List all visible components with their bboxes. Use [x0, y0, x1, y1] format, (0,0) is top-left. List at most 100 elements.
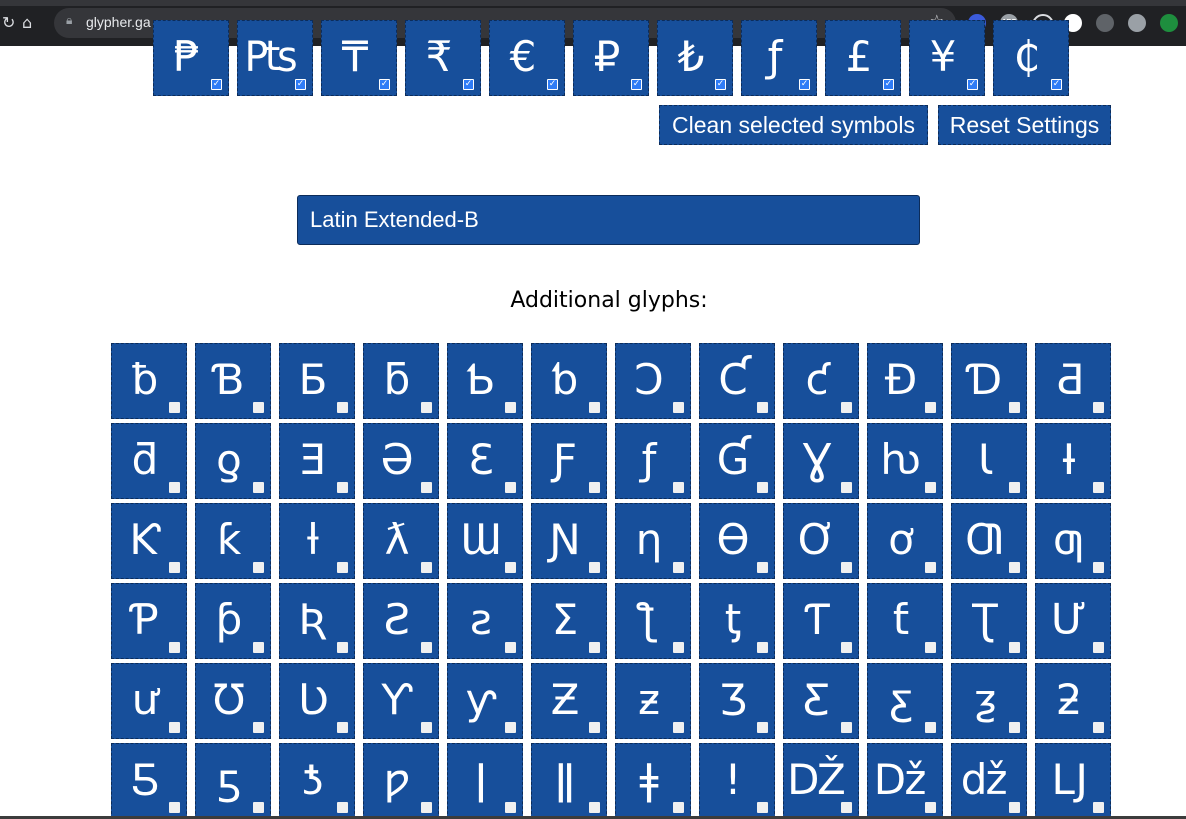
glyph-tile[interactable]: Ɵ — [699, 503, 775, 579]
glyph-checkbox[interactable] — [505, 562, 516, 573]
currency-glyph-tile[interactable]: ₵ ✓ — [993, 20, 1069, 96]
glyph-checkbox[interactable] — [337, 562, 348, 573]
glyph-tile[interactable]: Ʋ — [279, 663, 355, 739]
glyph-checkbox[interactable] — [337, 722, 348, 733]
glyph-checkbox[interactable] — [337, 482, 348, 493]
glyph-tile[interactable]: ƺ — [951, 663, 1027, 739]
glyph-checkbox[interactable] — [169, 802, 180, 813]
glyph-tile[interactable]: Ʈ — [951, 583, 1027, 659]
glyph-checkbox-checked[interactable]: ✓ — [715, 79, 726, 90]
glyph-checkbox[interactable] — [757, 402, 768, 413]
glyph-tile[interactable]: Ƴ — [363, 663, 439, 739]
glyph-tile[interactable]: ǆ — [951, 743, 1027, 819]
glyph-tile[interactable]: ƒ — [615, 423, 691, 499]
glyph-tile[interactable]: ǀ — [447, 743, 523, 819]
glyph-tile[interactable]: Ɓ — [195, 343, 271, 419]
glyph-checkbox[interactable] — [673, 402, 684, 413]
glyph-checkbox[interactable] — [253, 802, 264, 813]
glyph-tile[interactable]: Ƨ — [363, 583, 439, 659]
glyph-tile[interactable]: ƭ — [867, 583, 943, 659]
glyph-tile[interactable]: Ʊ — [195, 663, 271, 739]
glyph-tile[interactable]: ƣ — [1035, 503, 1111, 579]
glyph-checkbox-checked[interactable]: ✓ — [883, 79, 894, 90]
glyph-checkbox[interactable] — [841, 802, 852, 813]
glyph-tile[interactable]: ƶ — [615, 663, 691, 739]
glyph-tile[interactable]: Ǆ — [783, 743, 859, 819]
glyph-checkbox[interactable] — [673, 482, 684, 493]
glyph-checkbox[interactable] — [841, 402, 852, 413]
glyph-checkbox[interactable] — [673, 722, 684, 733]
glyph-checkbox[interactable] — [841, 722, 852, 733]
glyph-tile[interactable]: ƍ — [195, 423, 271, 499]
currency-glyph-tile[interactable]: ₱ ✓ — [153, 20, 229, 96]
reload-icon[interactable]: ↻ — [2, 12, 15, 34]
glyph-tile[interactable]: ǁ — [531, 743, 607, 819]
glyph-checkbox[interactable] — [925, 802, 936, 813]
glyph-tile[interactable]: ƃ — [363, 343, 439, 419]
glyph-tile[interactable]: Ɩ — [951, 423, 1027, 499]
glyph-checkbox-checked[interactable]: ✓ — [379, 79, 390, 90]
glyph-checkbox[interactable] — [1009, 482, 1020, 493]
glyph-tile[interactable]: Ƶ — [531, 663, 607, 739]
glyph-checkbox[interactable] — [841, 562, 852, 573]
glyph-tile[interactable]: Ƌ — [1035, 343, 1111, 419]
currency-glyph-tile[interactable]: ₸ ✓ — [321, 20, 397, 96]
glyph-checkbox[interactable] — [253, 642, 264, 653]
glyph-tile[interactable]: Ʒ — [699, 663, 775, 739]
glyph-tile[interactable]: ƌ — [111, 423, 187, 499]
glyph-checkbox[interactable] — [1009, 802, 1020, 813]
glyph-tile[interactable]: Ɗ — [951, 343, 1027, 419]
glyph-checkbox[interactable] — [253, 562, 264, 573]
glyph-checkbox[interactable] — [841, 642, 852, 653]
bug-extension-icon[interactable] — [1160, 14, 1178, 32]
unicode-block-select[interactable]: Latin Extended-B — [297, 195, 920, 245]
glyph-checkbox[interactable] — [505, 402, 516, 413]
glyph-checkbox[interactable] — [169, 562, 180, 573]
glyph-checkbox[interactable] — [1009, 562, 1020, 573]
glyph-tile[interactable]: ƥ — [195, 583, 271, 659]
glyph-checkbox[interactable] — [757, 642, 768, 653]
glyph-tile[interactable]: Ǝ — [279, 423, 355, 499]
glyph-checkbox-checked[interactable]: ✓ — [547, 79, 558, 90]
glyph-checkbox-checked[interactable]: ✓ — [211, 79, 222, 90]
glyph-tile[interactable]: Ƈ — [699, 343, 775, 419]
glyph-checkbox[interactable] — [1093, 722, 1104, 733]
glyph-checkbox[interactable] — [253, 722, 264, 733]
glyph-checkbox[interactable] — [337, 402, 348, 413]
glyph-checkbox[interactable] — [421, 562, 432, 573]
glyph-tile[interactable]: ǅ — [867, 743, 943, 819]
glyph-checkbox[interactable] — [589, 402, 600, 413]
glyph-tile[interactable]: ƻ — [1035, 663, 1111, 739]
glyph-checkbox[interactable] — [169, 642, 180, 653]
glyph-checkbox[interactable] — [1009, 722, 1020, 733]
glyph-tile[interactable]: ƞ — [615, 503, 691, 579]
glyph-tile[interactable]: Ɖ — [867, 343, 943, 419]
glyph-checkbox[interactable] — [925, 562, 936, 573]
glyph-checkbox[interactable] — [505, 642, 516, 653]
glyph-checkbox[interactable] — [589, 802, 600, 813]
glyph-tile[interactable]: ƕ — [867, 423, 943, 499]
glyph-tile[interactable]: Ƭ — [783, 583, 859, 659]
glyph-tile[interactable]: ƀ — [111, 343, 187, 419]
glyph-tile[interactable]: Ə — [363, 423, 439, 499]
glyph-tile[interactable]: ƽ — [195, 743, 271, 819]
glyph-checkbox[interactable] — [841, 482, 852, 493]
glyph-tile[interactable]: Ƽ — [111, 743, 187, 819]
glyph-tile[interactable]: Ƹ — [783, 663, 859, 739]
glyph-checkbox[interactable] — [1009, 402, 1020, 413]
reset-settings-button[interactable]: Reset Settings — [938, 105, 1111, 145]
glyph-checkbox[interactable] — [1093, 402, 1104, 413]
currency-glyph-tile[interactable]: ₽ ✓ — [573, 20, 649, 96]
glyph-tile[interactable]: Ƣ — [951, 503, 1027, 579]
glyph-tile[interactable]: ư — [111, 663, 187, 739]
glyph-checkbox[interactable] — [757, 482, 768, 493]
glyph-checkbox[interactable] — [505, 722, 516, 733]
glyph-checkbox[interactable] — [925, 482, 936, 493]
currency-glyph-tile[interactable]: ₹ ✓ — [405, 20, 481, 96]
glyph-tile[interactable]: ƿ — [363, 743, 439, 819]
glyph-tile[interactable]: Ƒ — [531, 423, 607, 499]
glyph-tile[interactable]: Ƥ — [111, 583, 187, 659]
currency-glyph-tile[interactable]: € ✓ — [489, 20, 565, 96]
glyph-checkbox-checked[interactable]: ✓ — [967, 79, 978, 90]
glyph-tile[interactable]: ƨ — [447, 583, 523, 659]
